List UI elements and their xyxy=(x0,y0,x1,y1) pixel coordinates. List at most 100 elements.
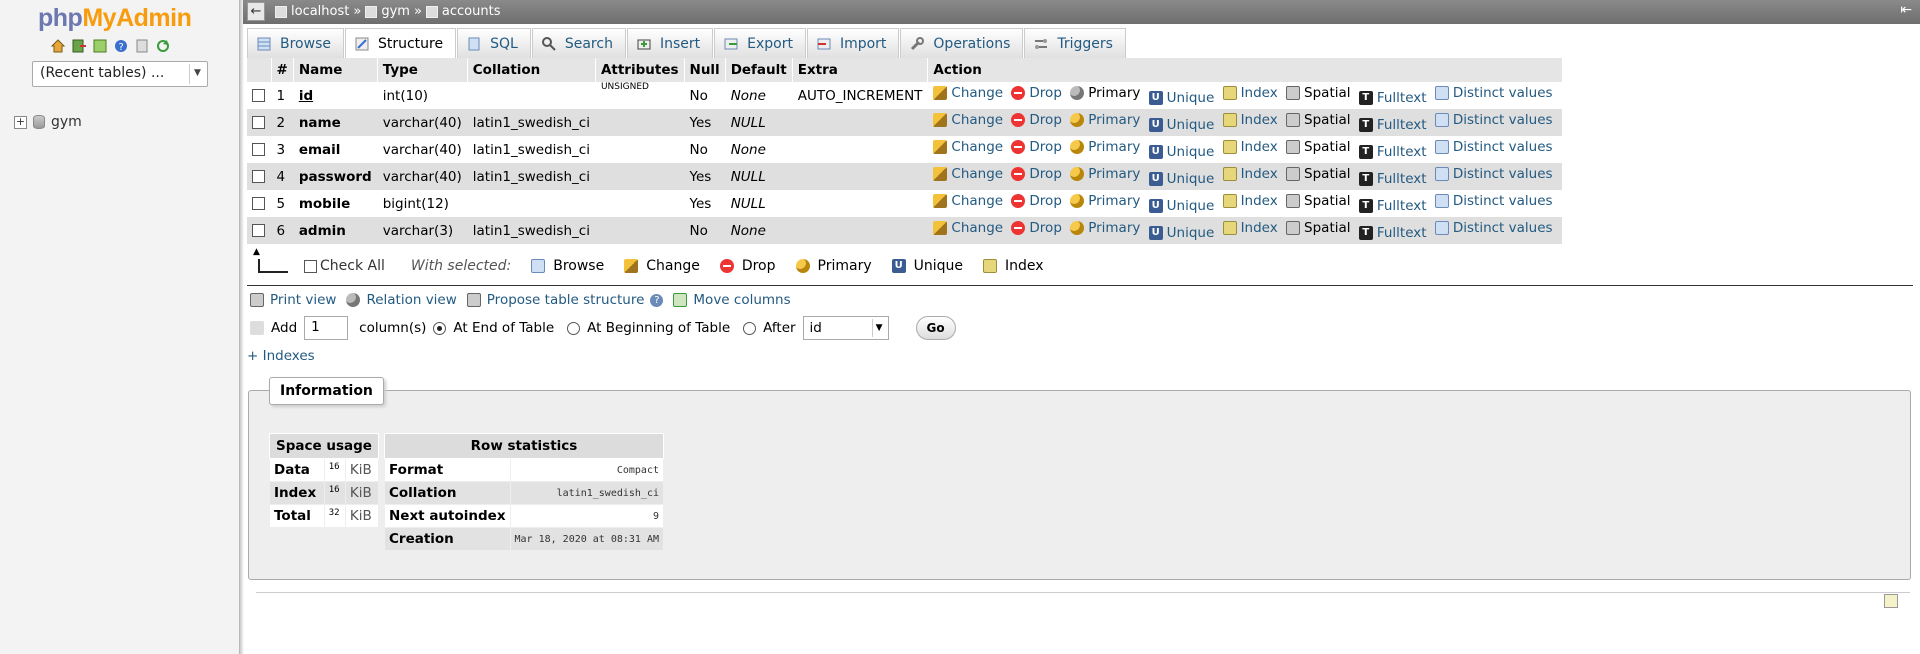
tab-browse[interactable]: Browse xyxy=(247,28,344,58)
recent-tables-select[interactable]: (Recent tables) ... ▼ xyxy=(32,61,208,87)
primary-action[interactable]: Primary xyxy=(1070,139,1140,155)
column-name[interactable]: id xyxy=(293,82,378,109)
row-checkbox[interactable] xyxy=(252,197,265,210)
expand-icon[interactable]: + xyxy=(14,115,27,129)
column-name[interactable]: name xyxy=(293,109,378,136)
primary-action[interactable]: Primary xyxy=(1070,85,1140,101)
check-all-checkbox[interactable] xyxy=(304,259,317,273)
column-count-input[interactable]: 1 xyxy=(304,316,349,340)
tab-triggers[interactable]: Triggers xyxy=(1024,28,1126,58)
at-beginning-label[interactable]: At Beginning of Table xyxy=(587,320,730,336)
distinct-values-action[interactable]: Distinct values xyxy=(1434,166,1553,182)
back-arrow-icon[interactable]: ← xyxy=(247,2,265,21)
after-radio[interactable] xyxy=(743,321,757,335)
fulltext-action[interactable]: T Fulltext xyxy=(1358,117,1427,133)
unique-action[interactable]: U Unique xyxy=(1148,144,1214,160)
help-icon[interactable]: ? xyxy=(650,293,664,307)
indexes-toggle[interactable]: + Indexes xyxy=(247,348,315,364)
phpmyadmin-logo[interactable]: phpMyAdmin xyxy=(38,4,192,33)
index-action[interactable]: Index xyxy=(1222,112,1278,128)
tab-import[interactable]: Import xyxy=(806,28,900,58)
breadcrumb-table[interactable]: accounts xyxy=(442,4,501,19)
spatial-action[interactable]: Spatial xyxy=(1286,139,1351,155)
bulk-change-button[interactable]: Change xyxy=(624,258,700,274)
change-action[interactable]: Change xyxy=(933,193,1003,209)
reload-icon[interactable] xyxy=(155,38,171,54)
spatial-action[interactable]: Spatial xyxy=(1286,85,1351,101)
docs-icon[interactable]: ? xyxy=(113,38,129,54)
primary-action[interactable]: Primary xyxy=(1070,112,1140,128)
change-action[interactable]: Change xyxy=(933,112,1003,128)
bulk-drop-button[interactable]: Drop xyxy=(719,258,776,274)
at-end-radio[interactable] xyxy=(433,321,447,335)
console-icon[interactable] xyxy=(1884,594,1898,608)
drop-action[interactable]: Drop xyxy=(1011,139,1062,155)
drop-action[interactable]: Drop xyxy=(1011,193,1062,209)
bulk-index-button[interactable]: Index xyxy=(983,258,1044,274)
spatial-action[interactable]: Spatial xyxy=(1286,166,1351,182)
move-columns-link[interactable]: Move columns xyxy=(673,292,791,308)
fulltext-action[interactable]: T Fulltext xyxy=(1358,90,1427,106)
fulltext-action[interactable]: T Fulltext xyxy=(1358,144,1427,160)
row-checkbox[interactable] xyxy=(252,143,265,156)
change-action[interactable]: Change xyxy=(933,85,1003,101)
row-checkbox[interactable] xyxy=(252,224,265,237)
index-action[interactable]: Index xyxy=(1222,166,1278,182)
index-action[interactable]: Index xyxy=(1222,85,1278,101)
check-all[interactable]: Check All xyxy=(304,258,385,274)
primary-action[interactable]: Primary xyxy=(1070,166,1140,182)
spatial-action[interactable]: Spatial xyxy=(1286,220,1351,236)
column-name[interactable]: password xyxy=(293,163,378,190)
bulk-unique-button[interactable]: U Unique xyxy=(891,258,963,274)
db-tree-item-gym[interactable]: + gym xyxy=(14,114,82,130)
at-end-label[interactable]: At End of Table xyxy=(453,320,554,336)
breadcrumb-server[interactable]: localhost xyxy=(291,4,349,19)
distinct-values-action[interactable]: Distinct values xyxy=(1434,193,1553,209)
drop-action[interactable]: Drop xyxy=(1011,166,1062,182)
print-view-link[interactable]: Print view xyxy=(250,292,336,308)
sql-query-icon[interactable] xyxy=(92,38,108,54)
db-name[interactable]: gym xyxy=(51,114,82,130)
spatial-action[interactable]: Spatial xyxy=(1286,112,1351,128)
tab-sql[interactable]: SQL xyxy=(457,28,531,58)
after-label[interactable]: After xyxy=(763,320,795,336)
header-name[interactable]: Name xyxy=(293,58,378,82)
distinct-values-action[interactable]: Distinct values xyxy=(1434,220,1553,236)
breadcrumb-database[interactable]: gym xyxy=(381,4,410,19)
distinct-values-action[interactable]: Distinct values xyxy=(1434,112,1553,128)
unique-action[interactable]: U Unique xyxy=(1148,117,1214,133)
propose-structure-link[interactable]: Propose table structure? xyxy=(466,292,664,308)
drop-action[interactable]: Drop xyxy=(1011,112,1062,128)
after-column-select[interactable]: id ▼ xyxy=(802,316,889,340)
index-action[interactable]: Index xyxy=(1222,139,1278,155)
home-icon[interactable] xyxy=(50,38,66,54)
column-name[interactable]: admin xyxy=(293,217,378,244)
distinct-values-action[interactable]: Distinct values xyxy=(1434,139,1553,155)
primary-action[interactable]: Primary xyxy=(1070,220,1140,236)
go-button[interactable]: Go xyxy=(915,316,956,340)
change-action[interactable]: Change xyxy=(933,220,1003,236)
primary-action[interactable]: Primary xyxy=(1070,193,1140,209)
check-all-label[interactable]: Check All xyxy=(320,258,385,274)
tab-insert[interactable]: Insert xyxy=(626,28,714,58)
tab-export[interactable]: Export xyxy=(714,28,806,58)
drop-action[interactable]: Drop xyxy=(1011,85,1062,101)
tab-structure[interactable]: Structure xyxy=(344,28,457,58)
exit-icon[interactable] xyxy=(71,38,87,54)
fulltext-action[interactable]: T Fulltext xyxy=(1358,171,1427,187)
collapse-icon[interactable]: ⇤ xyxy=(1900,2,1912,18)
index-action[interactable]: Index xyxy=(1222,193,1278,209)
unique-action[interactable]: U Unique xyxy=(1148,171,1214,187)
fulltext-action[interactable]: T Fulltext xyxy=(1358,225,1427,241)
tab-operations[interactable]: Operations xyxy=(900,28,1024,58)
at-beginning-radio[interactable] xyxy=(567,321,581,335)
relation-view-link[interactable]: Relation view xyxy=(346,292,457,308)
change-action[interactable]: Change xyxy=(933,166,1003,182)
row-checkbox[interactable] xyxy=(252,116,265,129)
change-action[interactable]: Change xyxy=(933,139,1003,155)
column-name[interactable]: email xyxy=(293,136,378,163)
index-action[interactable]: Index xyxy=(1222,220,1278,236)
drop-action[interactable]: Drop xyxy=(1011,220,1062,236)
tab-search[interactable]: Search xyxy=(531,28,626,58)
unique-action[interactable]: U Unique xyxy=(1148,198,1214,214)
